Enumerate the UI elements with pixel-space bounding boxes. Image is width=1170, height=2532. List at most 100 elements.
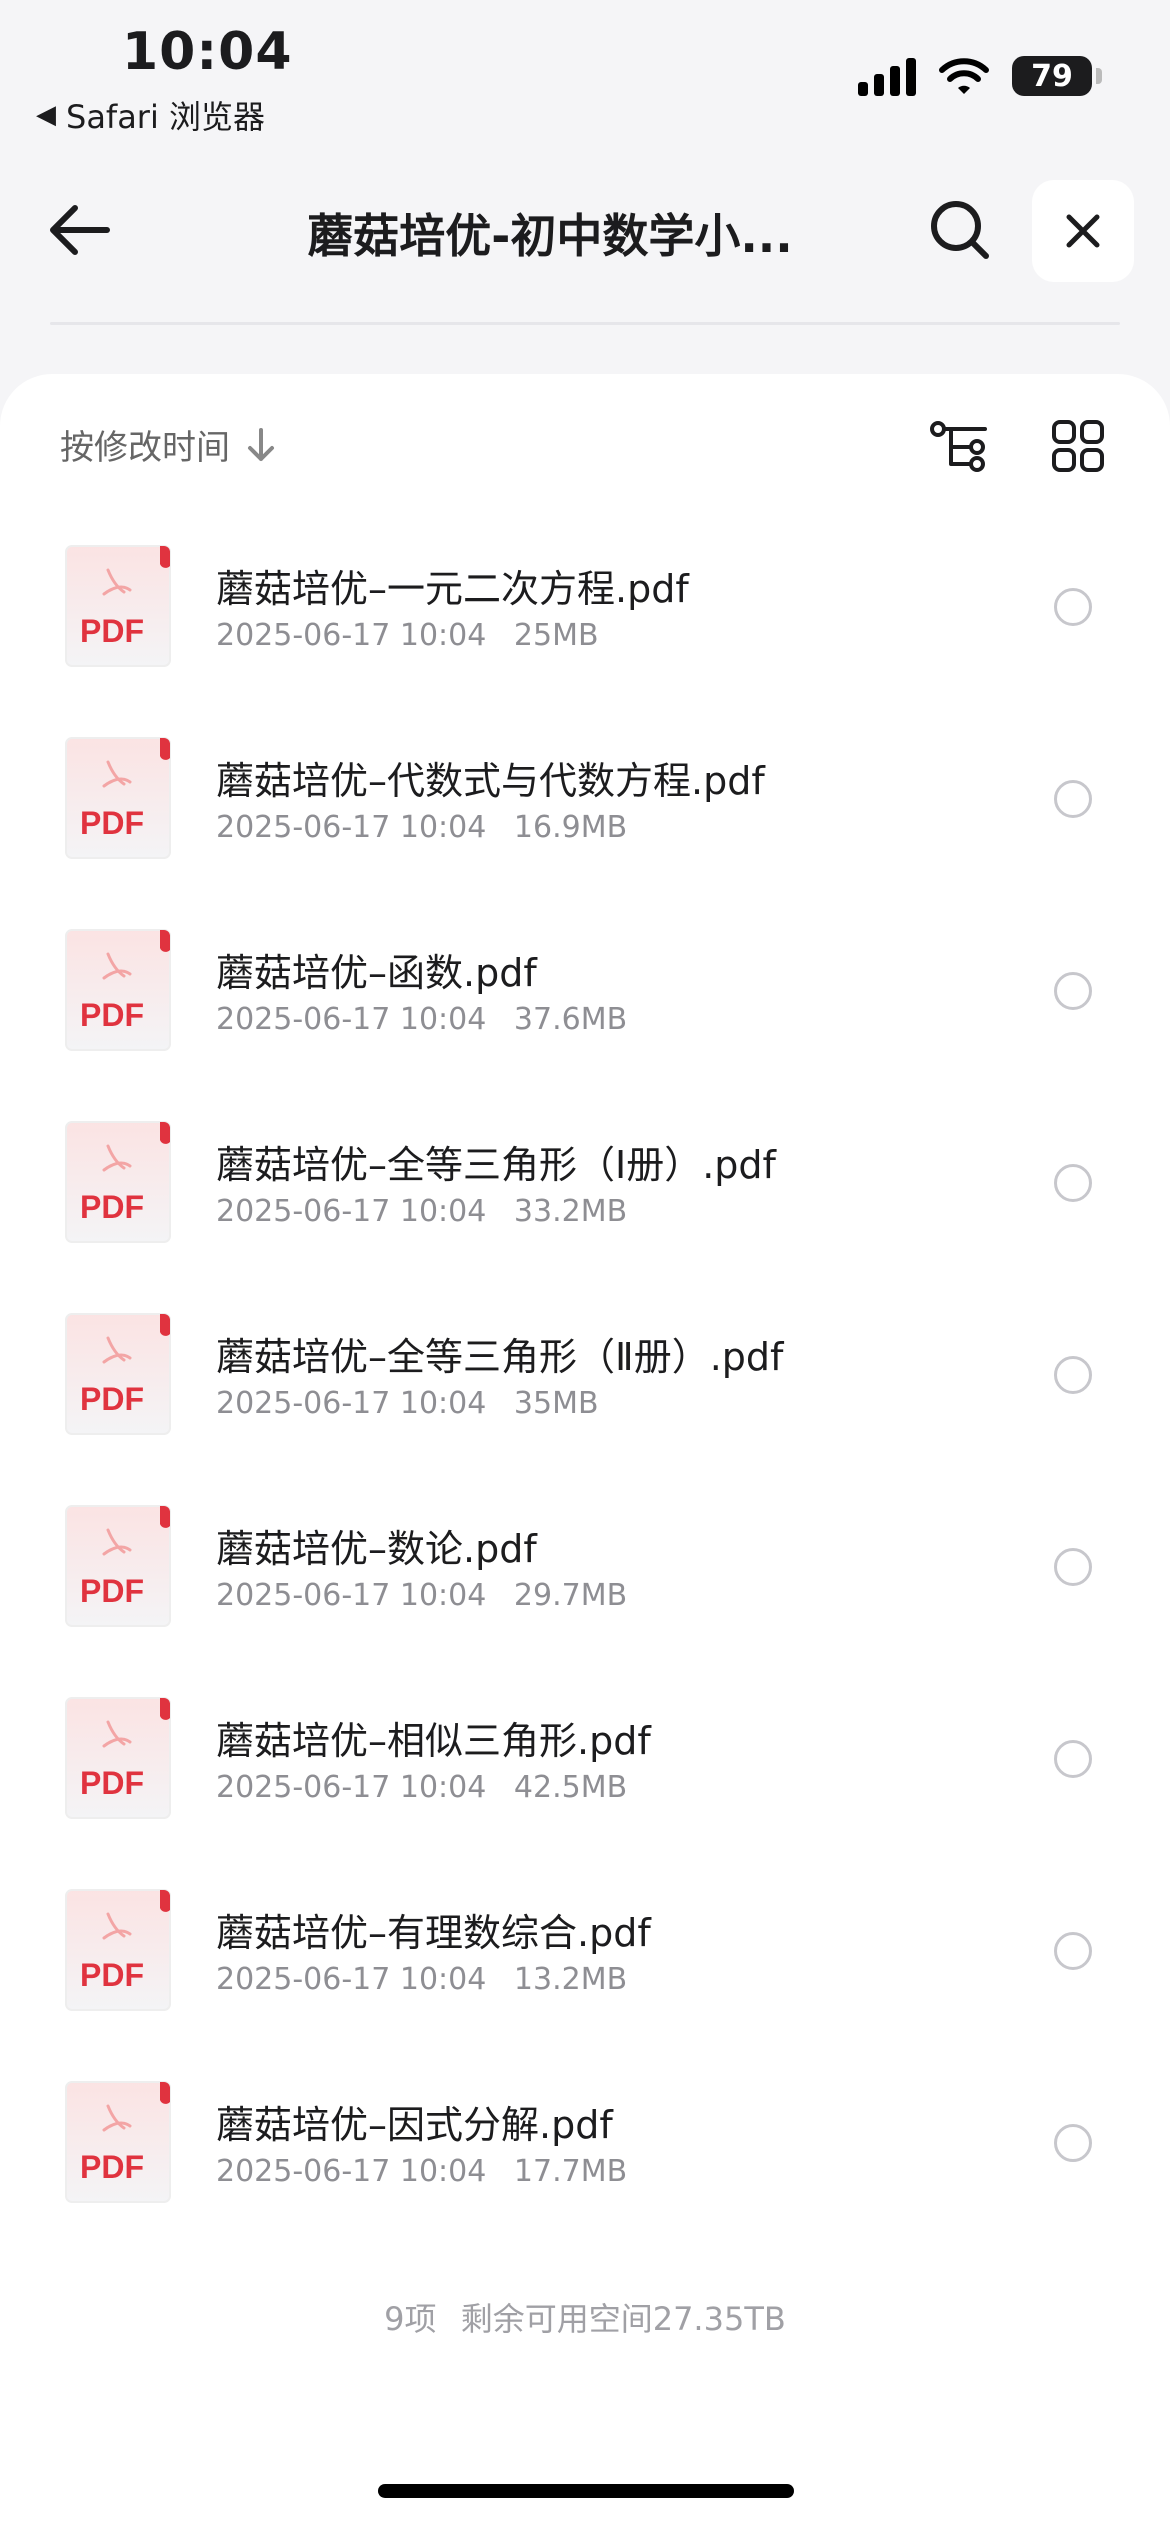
file-date: 2025-06-17 10:04 — [216, 2154, 487, 2189]
svg-text:PDF: PDF — [80, 613, 144, 649]
file-date: 2025-06-17 10:04 — [216, 810, 487, 845]
wifi-icon — [939, 58, 989, 94]
select-radio[interactable] — [1054, 1932, 1092, 1970]
file-list-item[interactable]: PDF 蘑菇培优–代数式与代数方程.pdf 2025-06-17 10:04 1… — [0, 714, 1170, 906]
file-list-item[interactable]: PDF 蘑菇培优–数论.pdf 2025-06-17 10:04 29.7MB — [0, 1482, 1170, 1674]
file-browser-screen: 10:04 ◀ Safari 浏览器 79 蘑菇培优-初中数学小... 按修改时… — [0, 0, 1170, 2532]
pdf-file-icon: PDF — [65, 1889, 171, 2011]
svg-text:PDF: PDF — [80, 1957, 144, 1993]
back-to-app-link[interactable]: ◀ Safari 浏览器 — [36, 92, 265, 138]
back-arrow-icon — [50, 205, 110, 255]
file-date: 2025-06-17 10:04 — [216, 1770, 487, 1805]
file-list-card: 按修改时间 PDF 蘑菇培优–一元二次方程.pdf 2025-06-17 10:… — [0, 374, 1170, 2532]
select-radio[interactable] — [1054, 1164, 1092, 1202]
close-button[interactable] — [1032, 180, 1134, 282]
file-list: PDF 蘑菇培优–一元二次方程.pdf 2025-06-17 10:04 25M… — [0, 522, 1170, 2250]
grid-view-icon — [1052, 420, 1104, 472]
pdf-file-icon: PDF — [65, 1697, 171, 1819]
file-date: 2025-06-17 10:04 — [216, 1386, 487, 1421]
pdf-file-icon: PDF — [65, 1505, 171, 1627]
svg-text:PDF: PDF — [80, 997, 144, 1033]
select-radio[interactable] — [1054, 1548, 1092, 1586]
file-meta: 2025-06-17 10:04 25MB — [216, 618, 599, 653]
close-icon — [1066, 214, 1100, 248]
file-list-item[interactable]: PDF 蘑菇培优–全等三角形（Ⅰ册）.pdf 2025-06-17 10:04 … — [0, 1098, 1170, 1290]
battery-icon: 79 — [1012, 56, 1102, 96]
file-list-item[interactable]: PDF 蘑菇培优–因式分解.pdf 2025-06-17 10:04 17.7M… — [0, 2058, 1170, 2250]
battery-level: 79 — [1031, 58, 1073, 94]
pdf-file-icon: PDF — [65, 929, 171, 1051]
file-name: 蘑菇培优–因式分解.pdf — [216, 2103, 613, 2147]
back-triangle-icon: ◀ — [36, 100, 56, 130]
pdf-file-icon: PDF — [65, 1121, 171, 1243]
svg-text:PDF: PDF — [80, 2149, 144, 2185]
file-name: 蘑菇培优–全等三角形（Ⅱ册）.pdf — [216, 1335, 784, 1379]
grid-view-button[interactable] — [1040, 408, 1116, 484]
pdf-file-icon: PDF — [65, 2081, 171, 2203]
svg-text:PDF: PDF — [80, 805, 144, 841]
file-meta: 2025-06-17 10:04 33.2MB — [216, 1194, 627, 1229]
svg-text:PDF: PDF — [80, 1189, 144, 1225]
select-radio[interactable] — [1054, 1356, 1092, 1394]
select-radio[interactable] — [1054, 2124, 1092, 2162]
file-meta: 2025-06-17 10:04 37.6MB — [216, 1002, 627, 1037]
file-size: 42.5MB — [513, 1770, 628, 1805]
select-radio[interactable] — [1054, 588, 1092, 626]
file-list-item[interactable]: PDF 蘑菇培优–一元二次方程.pdf 2025-06-17 10:04 25M… — [0, 522, 1170, 714]
home-indicator[interactable] — [378, 2484, 794, 2498]
file-meta: 2025-06-17 10:04 29.7MB — [216, 1578, 627, 1613]
cellular-signal-icon — [858, 56, 916, 96]
file-list-item[interactable]: PDF 蘑菇培优–有理数综合.pdf 2025-06-17 10:04 13.2… — [0, 1866, 1170, 2058]
file-name: 蘑菇培优–相似三角形.pdf — [216, 1719, 651, 1763]
file-list-item[interactable]: PDF 蘑菇培优–相似三角形.pdf 2025-06-17 10:04 42.5… — [0, 1674, 1170, 1866]
file-date: 2025-06-17 10:04 — [216, 1002, 487, 1037]
file-size: 35MB — [513, 1386, 599, 1421]
select-radio[interactable] — [1054, 780, 1092, 818]
storage-footer: 9项 剩余可用空间27.35TB — [0, 2294, 1170, 2340]
back-app-label: Safari 浏览器 — [66, 98, 266, 136]
nav-divider — [50, 322, 1120, 325]
search-button[interactable] — [920, 190, 1000, 270]
tree-view-button[interactable] — [922, 408, 998, 484]
status-indicators: 79 — [858, 56, 1102, 96]
file-size: 37.6MB — [513, 1002, 628, 1037]
file-list-item[interactable]: PDF 蘑菇培优–全等三角形（Ⅱ册）.pdf 2025-06-17 10:04 … — [0, 1290, 1170, 1482]
file-date: 2025-06-17 10:04 — [216, 1194, 487, 1229]
pdf-file-icon: PDF — [65, 737, 171, 859]
file-size: 29.7MB — [513, 1578, 628, 1613]
status-time: 10:04 — [122, 22, 293, 82]
file-date: 2025-06-17 10:04 — [216, 1962, 487, 1997]
file-size: 17.7MB — [513, 2154, 628, 2189]
pdf-file-icon: PDF — [65, 1313, 171, 1435]
select-radio[interactable] — [1054, 972, 1092, 1010]
file-name: 蘑菇培优–函数.pdf — [216, 951, 537, 995]
file-meta: 2025-06-17 10:04 42.5MB — [216, 1770, 627, 1805]
svg-text:PDF: PDF — [80, 1381, 144, 1417]
file-name: 蘑菇培优–数论.pdf — [216, 1527, 537, 1571]
file-size: 33.2MB — [513, 1194, 628, 1229]
search-icon — [931, 201, 989, 259]
sort-selector[interactable]: 按修改时间 — [60, 420, 276, 469]
page-title: 蘑菇培优-初中数学小... — [307, 209, 793, 263]
item-count: 9项 — [384, 2300, 437, 2338]
file-meta: 2025-06-17 10:04 16.9MB — [216, 810, 627, 845]
file-meta: 2025-06-17 10:04 35MB — [216, 1386, 599, 1421]
file-name: 蘑菇培优–代数式与代数方程.pdf — [216, 759, 765, 803]
back-arrow-button[interactable] — [40, 190, 120, 270]
free-space-label: 剩余可用空间27.35TB — [460, 2300, 786, 2338]
file-meta: 2025-06-17 10:04 13.2MB — [216, 1962, 627, 1997]
tree-structure-icon — [930, 421, 987, 472]
file-list-item[interactable]: PDF 蘑菇培优–函数.pdf 2025-06-17 10:04 37.6MB — [0, 906, 1170, 1098]
file-name: 蘑菇培优–全等三角形（Ⅰ册）.pdf — [216, 1143, 776, 1187]
file-meta: 2025-06-17 10:04 17.7MB — [216, 2154, 627, 2189]
pdf-file-icon: PDF — [65, 545, 171, 667]
file-size: 16.9MB — [513, 810, 628, 845]
arrow-down-icon — [248, 427, 274, 461]
file-name: 蘑菇培优–有理数综合.pdf — [216, 1911, 651, 1955]
file-date: 2025-06-17 10:04 — [216, 618, 487, 653]
select-radio[interactable] — [1054, 1740, 1092, 1778]
sort-label: 按修改时间 — [60, 428, 230, 468]
file-name: 蘑菇培优–一元二次方程.pdf — [216, 567, 689, 611]
svg-text:PDF: PDF — [80, 1573, 144, 1609]
file-size: 25MB — [513, 618, 599, 653]
